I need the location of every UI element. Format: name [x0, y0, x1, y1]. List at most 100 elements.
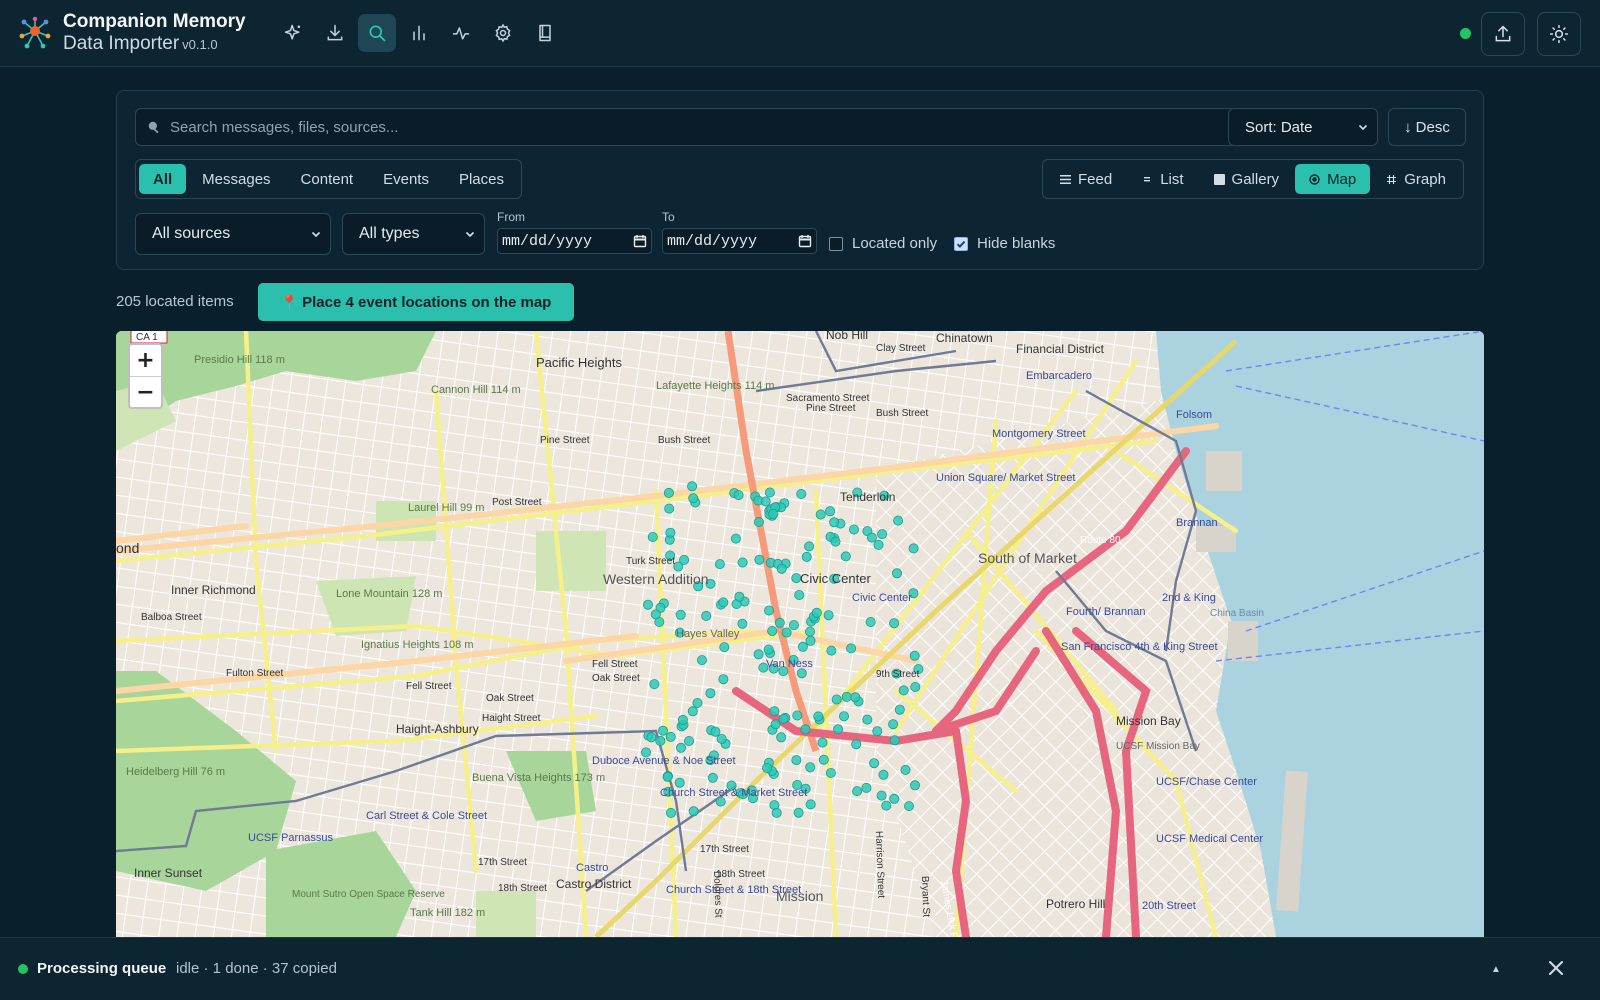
location-marker[interactable] [662, 771, 673, 782]
location-marker[interactable] [833, 724, 844, 735]
view-feed[interactable]: Feed [1046, 164, 1126, 194]
location-marker[interactable] [900, 764, 911, 775]
location-marker[interactable] [764, 605, 775, 616]
location-marker[interactable] [647, 531, 658, 542]
location-marker[interactable] [658, 725, 669, 736]
location-marker[interactable] [730, 533, 741, 544]
location-marker[interactable] [760, 496, 771, 507]
location-marker[interactable] [841, 691, 852, 702]
nav-book-icon[interactable] [526, 14, 564, 52]
calendar-icon[interactable] [633, 234, 647, 248]
location-marker[interactable] [733, 490, 744, 501]
to-date-input[interactable]: mm/dd/yyyy [662, 228, 817, 254]
calendar-icon[interactable] [798, 234, 812, 248]
theme-toggle-button[interactable] [1537, 12, 1581, 56]
location-marker[interactable] [893, 515, 904, 526]
location-marker[interactable] [710, 726, 721, 737]
location-marker[interactable] [849, 524, 860, 535]
from-date-input[interactable]: mm/dd/yyyy [497, 228, 652, 254]
expand-queue-button[interactable]: ▲ [1491, 964, 1501, 975]
location-marker[interactable] [734, 591, 745, 602]
location-marker[interactable] [776, 732, 787, 743]
location-marker[interactable] [791, 755, 802, 766]
zoom-in-button[interactable]: + [130, 345, 161, 376]
location-marker[interactable] [805, 635, 816, 646]
location-marker[interactable] [705, 688, 716, 699]
location-marker[interactable] [718, 674, 729, 685]
location-marker[interactable] [716, 733, 727, 744]
location-marker[interactable] [805, 626, 816, 637]
close-icon[interactable] [1547, 959, 1565, 977]
location-marker[interactable] [781, 627, 792, 638]
location-marker[interactable] [676, 742, 687, 753]
location-marker[interactable] [684, 735, 695, 746]
location-marker[interactable] [815, 509, 826, 520]
location-marker[interactable] [894, 704, 905, 715]
location-marker[interactable] [910, 780, 921, 791]
location-marker[interactable] [788, 620, 799, 631]
nav-gear-icon[interactable] [484, 14, 522, 52]
location-marker[interactable] [762, 762, 773, 773]
located-only-box[interactable] [829, 236, 843, 251]
location-marker[interactable] [646, 732, 657, 743]
location-marker[interactable] [687, 706, 698, 717]
location-marker[interactable] [872, 726, 883, 737]
location-marker[interactable] [818, 754, 829, 765]
location-marker[interactable] [663, 487, 674, 498]
location-marker[interactable] [674, 777, 685, 788]
location-marker[interactable] [665, 527, 676, 538]
location-marker[interactable] [655, 735, 666, 746]
location-marker[interactable] [830, 536, 841, 547]
search-input[interactable] [170, 118, 1220, 136]
location-marker[interactable] [850, 692, 861, 703]
view-map[interactable]: Map [1295, 164, 1371, 194]
zoom-out-button[interactable]: − [130, 376, 161, 407]
location-marker[interactable] [643, 599, 654, 610]
hide-blanks-box[interactable] [954, 236, 968, 251]
location-marker[interactable] [687, 481, 698, 492]
location-marker[interactable] [892, 568, 903, 579]
hide-blanks-checkbox[interactable]: Hide blanks [954, 235, 1055, 252]
sort-select[interactable]: Sort: Date [1228, 108, 1378, 146]
nav-download-icon[interactable] [316, 14, 354, 52]
location-marker[interactable] [664, 503, 675, 514]
location-marker[interactable] [707, 772, 718, 783]
tab-content[interactable]: Content [287, 164, 368, 194]
location-marker[interactable] [878, 769, 889, 780]
location-marker[interactable] [813, 711, 824, 722]
map-view[interactable]: CA 1 Presidio Hill 118 m Pacific Heights… [116, 331, 1484, 937]
location-marker[interactable] [888, 719, 899, 730]
location-marker[interactable] [861, 782, 872, 793]
nav-search-icon[interactable] [358, 14, 396, 52]
location-marker[interactable] [763, 644, 774, 655]
tab-places[interactable]: Places [445, 164, 518, 194]
location-marker[interactable] [649, 679, 660, 690]
source-select[interactable]: All sources [135, 213, 331, 255]
location-marker[interactable] [688, 806, 699, 817]
location-marker[interactable] [801, 551, 812, 562]
location-marker[interactable] [823, 610, 834, 621]
location-marker[interactable] [817, 737, 828, 748]
location-marker[interactable] [889, 793, 900, 804]
location-marker[interactable] [908, 543, 919, 554]
location-marker[interactable] [768, 508, 779, 519]
search-box[interactable] [135, 108, 1236, 146]
location-marker[interactable] [851, 739, 862, 750]
location-marker[interactable] [873, 539, 884, 550]
location-marker[interactable] [889, 618, 900, 629]
location-marker[interactable] [866, 532, 877, 543]
location-marker[interactable] [769, 706, 780, 717]
location-marker[interactable] [753, 516, 764, 527]
nav-sparkle-icon[interactable] [274, 14, 312, 52]
location-marker[interactable] [650, 609, 661, 620]
location-marker[interactable] [754, 554, 765, 565]
location-marker[interactable] [692, 697, 703, 708]
location-marker[interactable] [719, 642, 730, 653]
location-marker[interactable] [737, 618, 748, 629]
location-marker[interactable] [825, 767, 836, 778]
location-marker[interactable] [697, 655, 708, 666]
location-marker[interactable] [778, 713, 789, 724]
location-marker[interactable] [840, 551, 851, 562]
location-marker[interactable] [800, 724, 811, 735]
location-marker[interactable] [881, 800, 892, 811]
